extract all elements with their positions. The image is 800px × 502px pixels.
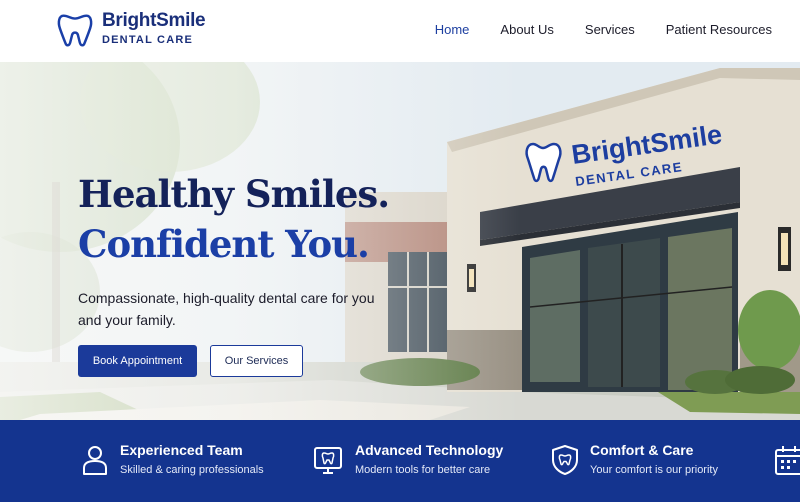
- features-strip: Experienced Team Skilled & caring profes…: [0, 420, 800, 502]
- feature-title: Comfort & Care: [590, 442, 694, 458]
- nav-services[interactable]: Services: [585, 22, 635, 37]
- feature-title: Advanced Technology: [355, 442, 504, 458]
- hero-title-line-2: Confident You.: [78, 222, 370, 266]
- feature-desc: Skilled & caring professionals: [120, 464, 264, 476]
- hero-title-line-1: Healthy Smiles.: [78, 172, 390, 216]
- our-services-button[interactable]: Our Services: [210, 345, 303, 377]
- site-header: BrightSmile DENTAL CARE Home About Us Se…: [0, 0, 800, 62]
- feature-advanced-technology: Advanced Technology Modern tools for bet…: [313, 420, 513, 502]
- feature-title: Experienced Team: [120, 442, 243, 458]
- brand-tagline: DENTAL CARE: [102, 34, 194, 46]
- hero-subtitle: Compassionate, high-quality dental care …: [78, 290, 375, 328]
- feature-desc: Your comfort is our priority: [590, 464, 718, 476]
- nav-patient-resources[interactable]: Patient Resources: [666, 22, 772, 37]
- feature-desc: Modern tools for better care: [355, 464, 491, 476]
- tooth-logo-icon: [57, 14, 93, 47]
- shield-tooth-icon: [552, 445, 578, 475]
- feature-scheduling: [774, 420, 800, 502]
- book-appointment-button[interactable]: Book Appointment: [78, 345, 197, 377]
- hero-section: BrightSmile DENTAL CARE Healthy Smiles. …: [0, 62, 800, 420]
- feature-comfort-care: Comfort & Care Your comfort is our prior…: [550, 420, 750, 502]
- monitor-tooth-icon: [314, 447, 342, 474]
- nav-home[interactable]: Home: [435, 22, 470, 37]
- brand-name: BrightSmile: [102, 10, 206, 31]
- nav-about-us[interactable]: About Us: [500, 22, 553, 37]
- calendar-icon: [775, 446, 800, 475]
- main-nav: Home About Us Services Patient Resources: [404, 22, 772, 37]
- person-icon: [83, 446, 107, 475]
- feature-experienced-team: Experienced Team Skilled & caring profes…: [80, 420, 280, 502]
- brand-logo[interactable]: BrightSmile DENTAL CARE: [56, 10, 206, 48]
